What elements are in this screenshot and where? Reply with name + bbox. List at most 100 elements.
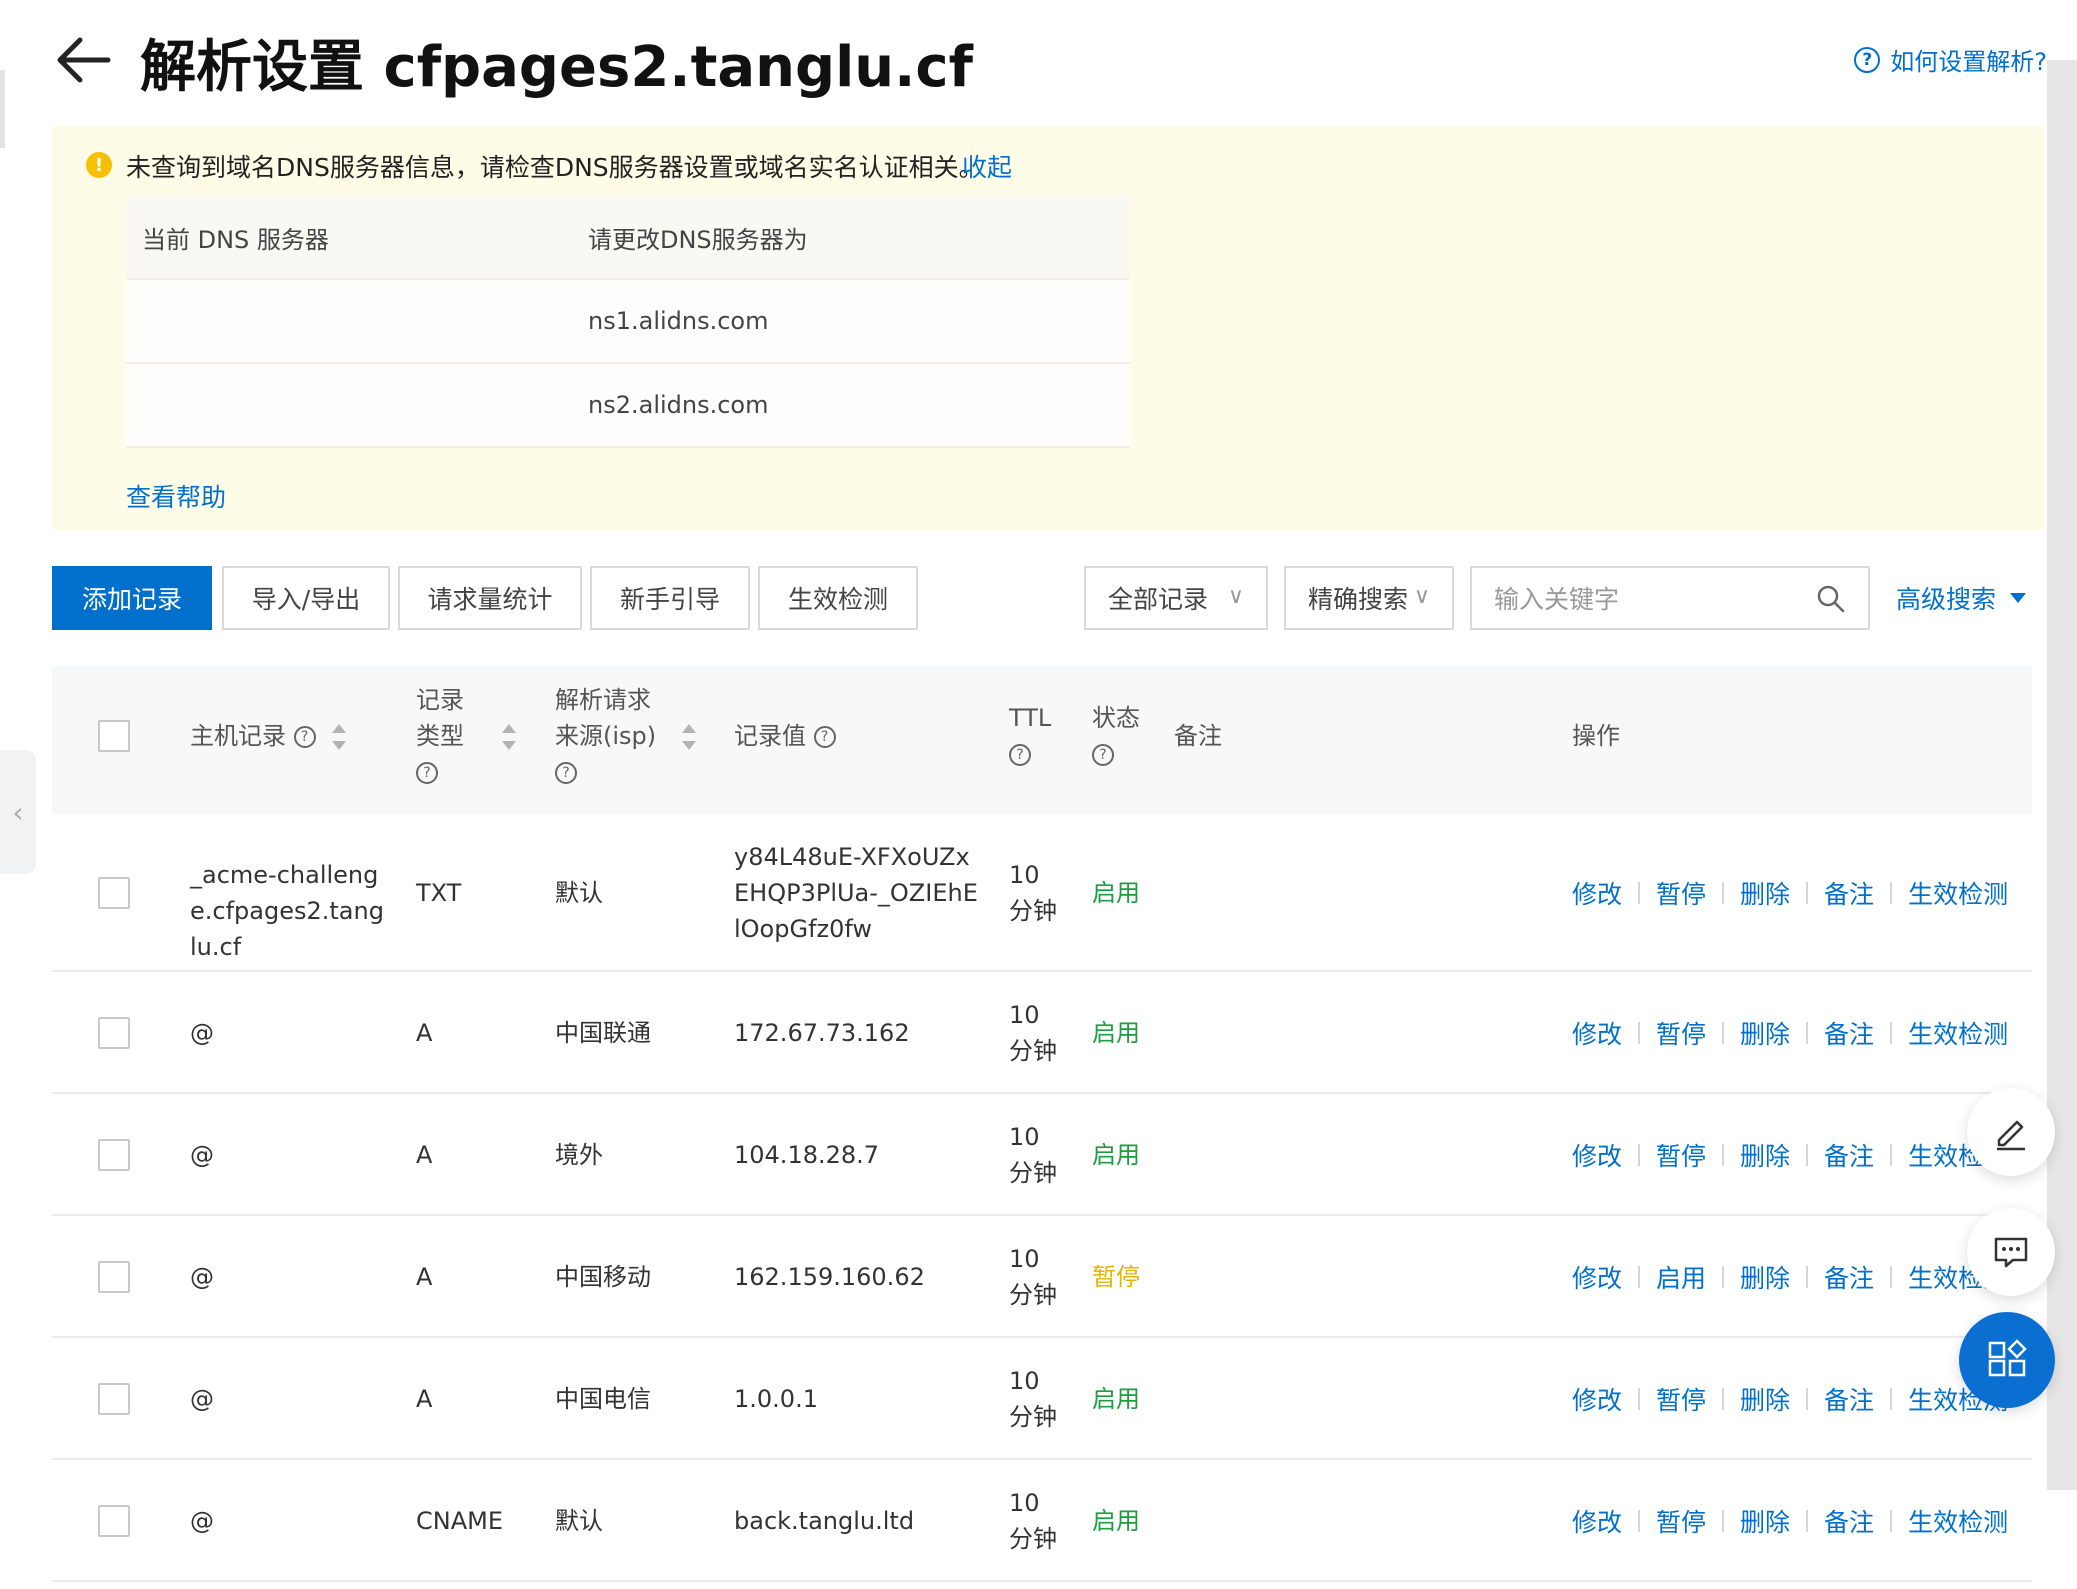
- records-toolbar: 添加记录 导入/导出 请求量统计 新手引导 生效检测 全部记录 ∨ 精确搜索 ∨…: [52, 566, 2032, 630]
- question-circle-icon[interactable]: ?: [416, 762, 438, 784]
- action-divider: [1806, 1388, 1809, 1410]
- search-mode-value: 精确搜索: [1308, 585, 1409, 614]
- toggle-action[interactable]: 暂停: [1656, 1503, 1706, 1539]
- edit-action[interactable]: 修改: [1572, 875, 1622, 911]
- table-header: 主机记录 ? 记录 类型 ? 解析请求 来源(isp) ? 记录值 ? TTL …: [52, 666, 2032, 814]
- record-row: @ CNAME 默认 back.tanglu.ltd 10 分钟 启用 修改 暂停 删除 备注 生效检…: [52, 1460, 2032, 1582]
- toggle-action[interactable]: 暂停: [1656, 875, 1706, 911]
- toggle-action[interactable]: 暂停: [1656, 1137, 1706, 1173]
- ttl-unit: 分钟: [1009, 1037, 1057, 1065]
- edit-action[interactable]: 修改: [1572, 1259, 1622, 1295]
- toggle-action[interactable]: 暂停: [1656, 1381, 1706, 1417]
- action-divider: [1890, 1388, 1893, 1410]
- guide-button[interactable]: 新手引导: [590, 566, 750, 630]
- dns-target-server: ns1.alidns.com: [588, 307, 769, 335]
- action-divider: [1722, 1022, 1725, 1044]
- effect-check-action[interactable]: 生效检测: [1908, 1015, 2008, 1051]
- delete-action[interactable]: 删除: [1740, 1015, 1790, 1051]
- note-action[interactable]: 备注: [1824, 1137, 1874, 1173]
- sort-host-icon[interactable]: [332, 724, 346, 750]
- ttl-value: 10: [1009, 1001, 1040, 1029]
- question-circle-icon[interactable]: ?: [1092, 744, 1114, 766]
- notice-collapse-link[interactable]: 收起: [962, 148, 1012, 184]
- sort-isp-icon[interactable]: [682, 724, 696, 750]
- note-action[interactable]: 备注: [1824, 875, 1874, 911]
- notice-message: 未查询到域名DNS服务器信息，请检查DNS服务器设置或域名实名认证相关。: [126, 153, 984, 182]
- collapse-sidebar-tab[interactable]: ‹: [0, 750, 36, 874]
- help-link-label: 如何设置解析?: [1890, 48, 2047, 76]
- edit-action[interactable]: 修改: [1572, 1503, 1622, 1539]
- search-mode-select[interactable]: 精确搜索 ∨: [1284, 566, 1454, 630]
- record-ttl: 10 分钟: [1009, 1485, 1069, 1557]
- header-isp-line2: 来源(isp): [555, 722, 657, 750]
- effect-check-action[interactable]: 生效检测: [1908, 1503, 2008, 1539]
- ttl-value: 10: [1009, 1367, 1040, 1395]
- dns-target-server: ns2.alidns.com: [588, 391, 769, 419]
- record-actions: 修改 暂停 删除 备注 生效检测: [1572, 1503, 2008, 1539]
- apps-widget-button[interactable]: [1959, 1312, 2055, 1408]
- toggle-action[interactable]: 暂停: [1656, 1015, 1706, 1051]
- advanced-search-toggle[interactable]: 高级搜索: [1896, 580, 2027, 616]
- chat-widget-button[interactable]: [1967, 1208, 2055, 1296]
- question-circle-icon[interactable]: ?: [1009, 744, 1031, 766]
- question-circle-icon[interactable]: ?: [293, 726, 316, 748]
- record-actions: 修改 暂停 删除 备注 生效检测: [1572, 875, 2008, 911]
- advanced-search-label: 高级搜索: [1896, 585, 1997, 614]
- note-action[interactable]: 备注: [1824, 1015, 1874, 1051]
- row-checkbox[interactable]: [98, 1505, 130, 1537]
- record-actions: 修改 暂停 删除 备注 生效检测: [1572, 1137, 2008, 1173]
- toggle-action[interactable]: 启用: [1656, 1259, 1706, 1295]
- edit-widget-button[interactable]: [1967, 1088, 2055, 1176]
- delete-action[interactable]: 删除: [1740, 1503, 1790, 1539]
- record-value: 162.159.160.62: [734, 1263, 925, 1291]
- ttl-value: 10: [1009, 1245, 1040, 1273]
- record-host: _acme-challenge.cfpages2.tanglu.cf: [190, 861, 384, 961]
- note-action[interactable]: 备注: [1824, 1259, 1874, 1295]
- sort-type-icon[interactable]: [502, 724, 516, 750]
- search-icon[interactable]: [1816, 584, 1846, 614]
- note-action[interactable]: 备注: [1824, 1381, 1874, 1417]
- delete-action[interactable]: 删除: [1740, 1259, 1790, 1295]
- delete-action[interactable]: 删除: [1740, 1137, 1790, 1173]
- edit-action[interactable]: 修改: [1572, 1137, 1622, 1173]
- action-divider: [1806, 1266, 1809, 1288]
- effect-check-action[interactable]: 生效检测: [1908, 875, 2008, 911]
- page-header: 解析设置 cfpages2.tanglu.cf ? 如何设置解析?: [0, 0, 2077, 120]
- record-row: @ A 中国联通 172.67.73.162 10 分钟 启用 修改 暂停 删除 备注 生效检测: [52, 972, 2032, 1094]
- add-record-button[interactable]: 添加记录: [52, 566, 212, 630]
- import-export-button[interactable]: 导入/导出: [222, 566, 390, 630]
- scrollbar[interactable]: [2047, 60, 2077, 1490]
- record-row: @ A 境外 104.18.28.7 10 分钟 启用 修改 暂停 删除 备注 生效检测: [52, 1094, 2032, 1216]
- select-all-checkbox[interactable]: [98, 720, 130, 752]
- caret-down-icon: [2010, 593, 2027, 603]
- edit-action[interactable]: 修改: [1572, 1381, 1622, 1417]
- record-actions: 修改 暂停 删除 备注 生效检测: [1572, 1015, 2008, 1051]
- help-link[interactable]: ? 如何设置解析?: [1854, 42, 2047, 77]
- keyword-search-input[interactable]: 输入关键字: [1470, 566, 1870, 630]
- action-divider: [1890, 1022, 1893, 1044]
- record-type: A: [416, 1019, 433, 1047]
- action-divider: [1638, 1510, 1641, 1532]
- table-body: _acme-challenge.cfpages2.tanglu.cf TXT 默认 y…: [52, 814, 2032, 1582]
- question-circle-icon[interactable]: ?: [555, 762, 577, 784]
- request-stats-button[interactable]: 请求量统计: [398, 566, 582, 630]
- record-filter-select[interactable]: 全部记录 ∨: [1084, 566, 1268, 630]
- action-divider: [1890, 882, 1893, 904]
- back-arrow-icon[interactable]: [52, 28, 116, 92]
- edit-action[interactable]: 修改: [1572, 1015, 1622, 1051]
- ttl-value: 10: [1009, 1123, 1040, 1151]
- row-checkbox[interactable]: [98, 1017, 130, 1049]
- view-help-link[interactable]: 查看帮助: [126, 478, 226, 514]
- question-circle-icon[interactable]: ?: [813, 726, 836, 748]
- effect-check-button[interactable]: 生效检测: [758, 566, 918, 630]
- row-checkbox[interactable]: [98, 877, 130, 909]
- row-checkbox[interactable]: [98, 1261, 130, 1293]
- delete-action[interactable]: 删除: [1740, 875, 1790, 911]
- row-checkbox[interactable]: [98, 1139, 130, 1171]
- note-action[interactable]: 备注: [1824, 1503, 1874, 1539]
- action-divider: [1722, 1510, 1725, 1532]
- delete-action[interactable]: 删除: [1740, 1381, 1790, 1417]
- row-checkbox[interactable]: [98, 1383, 130, 1415]
- ttl-value: 10: [1009, 1489, 1040, 1517]
- dns-header-current: 当前 DNS 服务器: [142, 225, 329, 254]
